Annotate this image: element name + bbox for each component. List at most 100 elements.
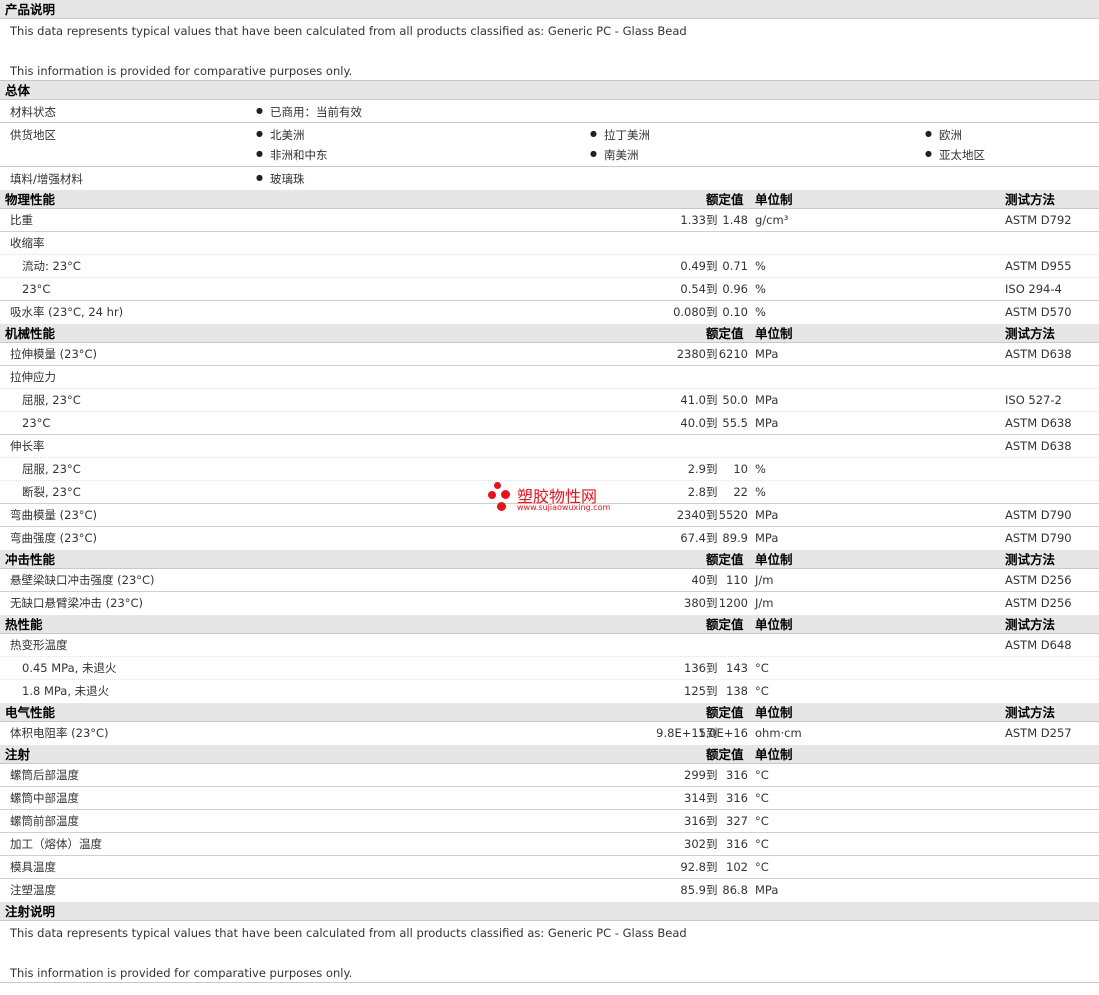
value-max: 143 <box>726 661 748 675</box>
range-to: 到 <box>706 768 718 782</box>
value-min: 92.8 <box>680 860 706 874</box>
column-header-unit: 单位制 <box>755 326 793 341</box>
value-max: 327 <box>726 814 748 828</box>
section-header-injection-notes: 注射说明 <box>0 902 1099 921</box>
property-group-row: 伸长率 ASTM D638 <box>0 435 1099 458</box>
value-max: 1.48 <box>722 213 748 227</box>
range-to: 到 <box>706 462 718 476</box>
range-to: 到 <box>706 282 718 296</box>
column-header-test-method: 测试方法 <box>1005 617 1056 632</box>
property-label: 悬壁梁缺口冲击强度 (23°C) <box>10 573 155 587</box>
value-min: 125 <box>684 684 706 698</box>
range-to: 到 <box>706 661 718 675</box>
filler-row: 填料/增强材料 玻璃珠 <box>0 167 1099 190</box>
section-header-impact: 冲击性能 额定值 单位制 测试方法 <box>0 550 1099 569</box>
test-method: ASTM D955 <box>1005 259 1072 273</box>
supply-region-label: 供货地区 <box>10 128 56 142</box>
range-to: 到 <box>706 883 718 897</box>
property-row: 螺筒后部温度 299 到 316 °C <box>0 764 1099 787</box>
property-label: 螺筒中部温度 <box>10 791 79 805</box>
test-method: ASTM D256 <box>1005 573 1072 587</box>
section-header-physical: 物理性能 额定值 单位制 测试方法 <box>0 190 1099 209</box>
test-method: ASTM D570 <box>1005 305 1072 319</box>
column-header-test-method: 测试方法 <box>1005 192 1056 207</box>
value-max: 316 <box>726 837 748 851</box>
test-method: ASTM D648 <box>1005 638 1072 652</box>
unit: J/m <box>755 596 774 610</box>
material-status-label: 材料状态 <box>10 105 56 119</box>
column-header-value: 额定值 <box>706 326 744 341</box>
unit: °C <box>755 814 769 828</box>
unit: % <box>755 462 766 476</box>
section-title: 电气性能 <box>5 705 56 720</box>
watermark-logo: 塑胶物性网 www.sujiaowuxing.com <box>488 480 628 516</box>
value-min: 302 <box>684 837 706 851</box>
property-label: 注塑温度 <box>10 883 56 897</box>
value-max: 1200 <box>718 596 748 610</box>
supply-region-row: 供货地区 北美洲 拉丁美洲 欧洲 非洲和中东 南美洲 亚太地区 <box>0 123 1099 167</box>
value-max: 102 <box>726 860 748 874</box>
logo-dot <box>488 491 496 499</box>
property-row: 23°C 40.0 到 55.5 MPa ASTM D638 <box>0 412 1099 435</box>
region-item: 北美洲 <box>256 127 304 143</box>
region-item: 非洲和中东 <box>256 147 327 163</box>
value-max: 138 <box>726 684 748 698</box>
property-label: 23°C <box>22 282 51 296</box>
value-max: 6210 <box>718 347 748 361</box>
section-header-mechanical: 机械性能 额定值 单位制 测试方法 <box>0 324 1099 343</box>
range-to: 到 <box>706 305 718 319</box>
property-row: 拉伸模量 (23°C) 2380 到 6210 MPa ASTM D638 <box>0 343 1099 366</box>
range-to: 到 <box>706 259 718 273</box>
property-row: 螺筒中部温度 314 到 316 °C <box>0 787 1099 810</box>
property-label: 收缩率 <box>10 236 45 250</box>
value-min: 380 <box>684 596 706 610</box>
value-max: 89.9 <box>722 531 748 545</box>
section-header-electrical: 电气性能 额定值 单位制 测试方法 <box>0 703 1099 722</box>
property-row: 0.45 MPa, 未退火 136 到 143 °C <box>0 657 1099 680</box>
section-title: 热性能 <box>5 617 43 632</box>
column-header-value: 额定值 <box>706 747 744 762</box>
value-max: 55.5 <box>722 416 748 430</box>
column-header-value: 额定值 <box>706 192 744 207</box>
column-header-unit: 单位制 <box>755 192 793 207</box>
range-to: 到 <box>706 508 718 522</box>
property-group-row: 拉伸应力 <box>0 366 1099 389</box>
section-title: 产品说明 <box>5 2 56 17</box>
property-group-row: 热变形温度 ASTM D648 <box>0 634 1099 657</box>
range-to: 到 <box>706 860 718 874</box>
unit: MPa <box>755 347 779 361</box>
property-label: 23°C <box>22 416 51 430</box>
test-method: ASTM D257 <box>1005 726 1072 740</box>
range-to: 到 <box>706 814 718 828</box>
test-method: ASTM D638 <box>1005 347 1072 361</box>
test-method: ASTM D638 <box>1005 439 1072 453</box>
section-title: 注射 <box>5 747 31 762</box>
value-min: 0.54 <box>680 282 706 296</box>
range-to: 到 <box>706 485 718 499</box>
column-header-value: 额定值 <box>706 705 744 720</box>
unit: °C <box>755 684 769 698</box>
property-row: 23°C 0.54 到 0.96 % ISO 294-4 <box>0 278 1099 301</box>
unit: MPa <box>755 393 779 407</box>
value-max: 86.8 <box>722 883 748 897</box>
property-row: 注塑温度 85.9 到 86.8 MPa <box>0 879 1099 902</box>
filler-label: 填料/增强材料 <box>10 172 83 186</box>
range-to: 到 <box>706 213 718 227</box>
value-max: 5520 <box>718 508 748 522</box>
column-header-unit: 单位制 <box>755 617 793 632</box>
description-text: This data represents typical values that… <box>10 926 687 940</box>
value-min: 2.8 <box>687 485 706 499</box>
value-min: 0.080 <box>673 305 706 319</box>
unit: % <box>755 259 766 273</box>
unit: °C <box>755 837 769 851</box>
value-min: 316 <box>684 814 706 828</box>
property-row: 吸水率 (23°C, 24 hr) 0.080 到 0.10 % ASTM D5… <box>0 301 1099 324</box>
value-min: 85.9 <box>680 883 706 897</box>
value-max: 0.10 <box>722 305 748 319</box>
property-label: 拉伸模量 (23°C) <box>10 347 98 361</box>
value-min: 1.33 <box>680 213 706 227</box>
logo-dot <box>497 502 506 511</box>
watermark-url: www.sujiaowuxing.com <box>517 503 611 512</box>
unit: °C <box>755 661 769 675</box>
test-method: ASTM D256 <box>1005 596 1072 610</box>
